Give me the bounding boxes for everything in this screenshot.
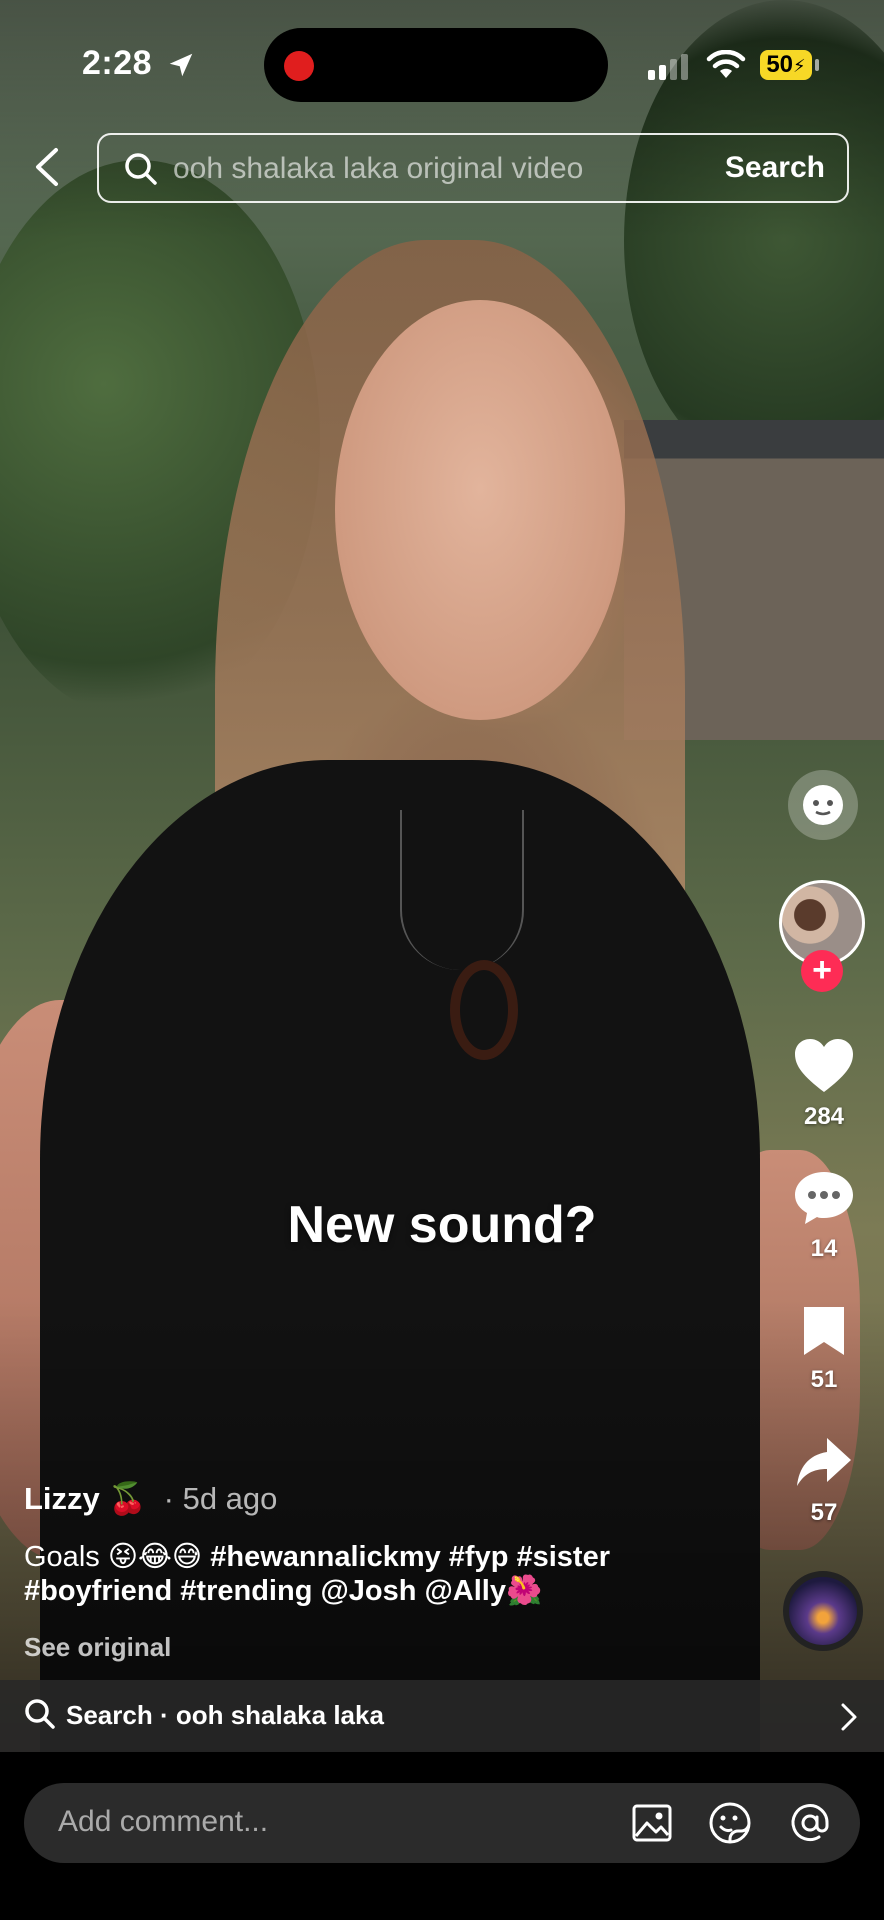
ai-assistant-button[interactable] [788, 770, 858, 840]
bookmark-count: 51 [810, 1366, 838, 1393]
search-icon [25, 1699, 55, 1729]
search-button[interactable]: Search [725, 151, 825, 185]
comment-placeholder: Add comment... [58, 1805, 269, 1838]
pendant [450, 960, 518, 1060]
person-face [335, 300, 625, 720]
creator-avatar-group[interactable]: + [779, 880, 867, 992]
comment-count: 14 [810, 1235, 838, 1262]
related-search-label: Search · ooh shalaka laka [66, 1700, 384, 1730]
comment-bubble-icon [795, 1172, 853, 1224]
chevron-right-icon [841, 1703, 857, 1731]
image-icon[interactable] [630, 1801, 674, 1845]
heart-icon [795, 1039, 853, 1092]
status-bar: 2:28 50⚡ [0, 0, 884, 110]
mention-at-icon[interactable] [788, 1801, 832, 1845]
back-arrow-icon[interactable] [28, 144, 68, 190]
bookmark-button[interactable]: 51 [780, 1305, 868, 1394]
ai-chat-icon [803, 785, 843, 825]
comment-bar: Add comment... [0, 1752, 884, 1920]
video-overlay-caption: New sound? [287, 1196, 597, 1254]
charging-bolt-icon: ⚡ [793, 56, 806, 76]
battery-indicator: 50⚡ [760, 50, 812, 80]
status-time: 2:28 [82, 44, 153, 82]
creator-username[interactable]: Lizzy 🍒 [24, 1481, 147, 1516]
comment-button[interactable]: 14 [780, 1170, 868, 1263]
cellular-signal-icon [648, 54, 688, 80]
share-count: 57 [810, 1499, 838, 1526]
wifi-icon [706, 50, 746, 78]
post-description: Goals 😝😂😅 #hewannalickmy #fyp #sister #b… [24, 1540, 704, 1608]
necklace [400, 810, 524, 970]
comment-input[interactable]: Add comment... [24, 1783, 860, 1863]
location-arrow-icon [169, 53, 193, 77]
music-disc-icon[interactable] [783, 1571, 863, 1651]
recording-indicator-icon [284, 51, 314, 81]
battery-level: 50 [766, 51, 794, 78]
share-arrow-icon [797, 1438, 851, 1486]
battery-cap [815, 59, 819, 71]
search-input[interactable]: ooh shalaka laka original video Search [97, 133, 849, 203]
sticker-emoji-icon[interactable] [708, 1801, 752, 1845]
dynamic-island [264, 28, 608, 102]
related-search-bar[interactable]: Search · ooh shalaka laka [0, 1680, 884, 1752]
follow-button[interactable]: + [801, 950, 843, 992]
like-button[interactable]: 284 [780, 1038, 868, 1131]
bookmark-icon [804, 1307, 844, 1355]
creator-line: Lizzy 🍒 · 5d ago [24, 1480, 277, 1517]
share-button[interactable]: 57 [780, 1436, 868, 1527]
search-icon [125, 153, 157, 185]
post-time: · 5d ago [163, 1481, 278, 1516]
search-query: ooh shalaka laka original video [173, 152, 584, 185]
see-original-link[interactable]: See original [24, 1632, 171, 1663]
description-text: Goals 😝😂😅 [24, 1541, 211, 1573]
like-count: 284 [803, 1103, 845, 1130]
